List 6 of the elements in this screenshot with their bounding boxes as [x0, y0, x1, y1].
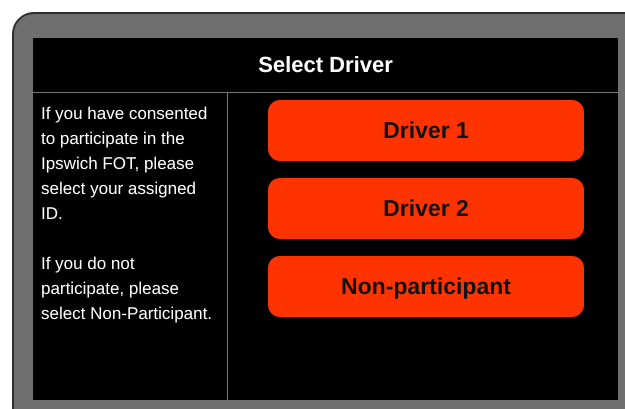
instruction-text: If you do not participate, please select Non-Participant. — [41, 253, 214, 325]
driver-button[interactable]: Driver 1 — [268, 100, 584, 161]
instruction-text: If you have consented to participate in the Ipswich FOT, please select your assigned ID. — [41, 103, 208, 225]
driver-button[interactable]: Non-participant — [268, 256, 584, 317]
screen-title: Select Driver — [258, 52, 393, 78]
driver-button[interactable]: Driver 2 — [268, 178, 584, 239]
